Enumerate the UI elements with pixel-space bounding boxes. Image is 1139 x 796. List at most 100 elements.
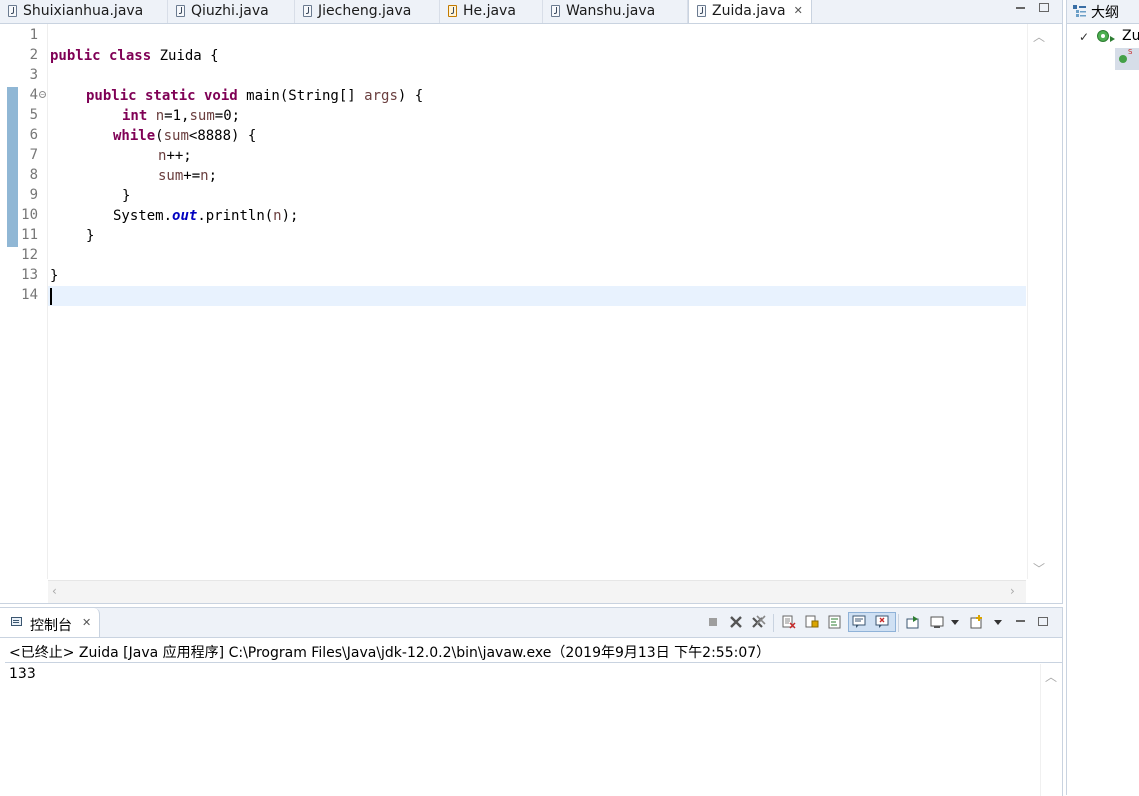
tab-he[interactable]: He.java bbox=[440, 0, 543, 23]
public-method-icon bbox=[1119, 55, 1127, 63]
pin-console-icon[interactable] bbox=[906, 615, 920, 629]
close-icon[interactable]: ✕ bbox=[82, 616, 91, 629]
keyword: while bbox=[113, 128, 156, 144]
line-number: 5 bbox=[29, 107, 38, 123]
line-number: 2 bbox=[29, 47, 38, 63]
java-file-icon bbox=[176, 5, 185, 17]
console-output[interactable]: 133 bbox=[9, 666, 36, 682]
console-icon bbox=[11, 617, 22, 626]
word-wrap-icon[interactable] bbox=[828, 615, 842, 629]
variable: n bbox=[155, 108, 165, 124]
code-text: ); bbox=[281, 208, 299, 224]
editor-horizontal-scrollbar[interactable]: ‹ › bbox=[48, 580, 1026, 603]
outline-header: 大纲 bbox=[1067, 0, 1139, 24]
toolbar-separator bbox=[898, 614, 899, 632]
variable: args bbox=[364, 88, 398, 104]
variable: n bbox=[200, 168, 209, 184]
line-number: 13 bbox=[21, 267, 38, 283]
line-number: 10 bbox=[21, 207, 38, 223]
code-text: += bbox=[183, 168, 201, 184]
scroll-up-icon[interactable]: ︿ bbox=[1033, 28, 1045, 45]
tab-label: Qiuzhi.java bbox=[191, 3, 269, 19]
code-line-7: n++; bbox=[158, 146, 192, 166]
code-line-9: } bbox=[122, 188, 131, 204]
scroll-left-icon[interactable]: ‹ bbox=[52, 584, 57, 598]
outline-class-item[interactable]: Zu bbox=[1122, 28, 1139, 44]
scroll-down-icon[interactable]: ﹀ bbox=[1033, 560, 1045, 577]
tab-qiuzhi[interactable]: Qiuzhi.java bbox=[168, 0, 295, 23]
chevron-down-icon[interactable]: ✓ bbox=[1079, 30, 1089, 44]
java-file-icon bbox=[551, 5, 560, 17]
toolbar-separator bbox=[773, 614, 774, 632]
code-text: ) { bbox=[397, 88, 424, 104]
variable: sum bbox=[189, 108, 215, 124]
code-line-11: } bbox=[86, 228, 95, 244]
display-console-icon[interactable] bbox=[930, 615, 944, 629]
java-file-icon bbox=[8, 5, 17, 17]
tab-zuida[interactable]: Zuida.java ✕ bbox=[688, 0, 812, 23]
scroll-right-icon[interactable]: › bbox=[1010, 584, 1015, 598]
java-file-warning-icon bbox=[448, 5, 457, 17]
remove-all-terminated-icon[interactable] bbox=[752, 615, 766, 629]
show-on-error-icon[interactable] bbox=[875, 615, 889, 629]
current-line-highlight bbox=[48, 286, 1026, 306]
tab-wanshu[interactable]: Wanshu.java bbox=[543, 0, 688, 23]
code-line-10: System.out.println(n); bbox=[113, 206, 298, 226]
line-number: 14 bbox=[21, 287, 38, 303]
java-file-icon bbox=[303, 5, 312, 17]
tab-shuixianhua[interactable]: Shuixianhua.java bbox=[0, 0, 168, 23]
keyword: public static void bbox=[86, 88, 238, 104]
code-line-6: while(sum<8888) { bbox=[113, 126, 256, 146]
tab-jiecheng[interactable]: Jiecheng.java bbox=[295, 0, 440, 23]
code-line-5: int n=1,sum=0; bbox=[122, 106, 240, 126]
code-line-8: sum+=n; bbox=[158, 166, 217, 186]
variable: n bbox=[273, 208, 282, 224]
code-line-13: } bbox=[50, 268, 59, 284]
line-number: 8 bbox=[29, 167, 38, 183]
line-number: 3 bbox=[29, 67, 38, 83]
code-text: main(String[] bbox=[237, 88, 365, 104]
line-number: 9 bbox=[29, 187, 38, 203]
maximize-icon[interactable] bbox=[1038, 617, 1048, 626]
chevron-down-icon[interactable] bbox=[991, 615, 1005, 629]
code-text: .println( bbox=[197, 208, 274, 224]
console-divider bbox=[5, 662, 1062, 663]
code-text: <8888) { bbox=[188, 128, 257, 144]
editor-tab-bar: Shuixianhua.java Qiuzhi.java Jiecheng.ja… bbox=[0, 0, 1062, 24]
variable: sum bbox=[158, 168, 184, 184]
tab-console[interactable]: 控制台 ✕ bbox=[0, 608, 100, 637]
code-text: ++; bbox=[166, 148, 192, 164]
chevron-down-icon[interactable] bbox=[948, 615, 962, 629]
code-line-2: public class Zuida { bbox=[50, 46, 219, 66]
code-text: =0; bbox=[214, 108, 241, 124]
scroll-lock-icon[interactable] bbox=[805, 615, 819, 629]
console-status-text: <已终止> Zuida [Java 应用程序] C:\Program Files… bbox=[9, 645, 771, 661]
fold-collapse-icon[interactable]: − bbox=[39, 91, 46, 98]
remove-launch-icon[interactable] bbox=[729, 615, 743, 629]
java-file-icon bbox=[697, 5, 706, 17]
code-text: =1, bbox=[164, 108, 190, 124]
tab-label: Wanshu.java bbox=[566, 3, 656, 19]
minimize-icon[interactable] bbox=[1016, 620, 1025, 622]
close-icon[interactable]: ✕ bbox=[794, 4, 803, 17]
text-caret bbox=[50, 288, 52, 305]
outline-title[interactable]: 大纲 bbox=[1091, 2, 1119, 22]
show-on-output-icon[interactable] bbox=[852, 615, 866, 629]
minimize-icon[interactable] bbox=[1016, 7, 1025, 9]
class-icon bbox=[1097, 30, 1109, 42]
static-field: out bbox=[172, 208, 198, 224]
line-number: 1 bbox=[29, 27, 38, 43]
maximize-icon[interactable] bbox=[1039, 3, 1049, 12]
change-marker-strip bbox=[7, 87, 18, 247]
line-number: 7 bbox=[29, 147, 38, 163]
terminate-icon[interactable] bbox=[706, 615, 720, 629]
editor-vertical-scrollbar[interactable]: ︿ ﹀ bbox=[1027, 24, 1062, 579]
editor-panel: Shuixianhua.java Qiuzhi.java Jiecheng.ja… bbox=[0, 0, 1063, 604]
console-vertical-scrollbar[interactable]: ︿ bbox=[1040, 664, 1062, 796]
outline-panel: 大纲 ✓ Zu S bbox=[1066, 0, 1139, 795]
open-console-icon[interactable] bbox=[970, 615, 984, 629]
line-number: 12 bbox=[21, 247, 38, 263]
console-tab-bar: 控制台 ✕ bbox=[0, 608, 1062, 638]
clear-console-icon[interactable] bbox=[782, 615, 796, 629]
scroll-up-icon[interactable]: ︿ bbox=[1045, 668, 1057, 685]
